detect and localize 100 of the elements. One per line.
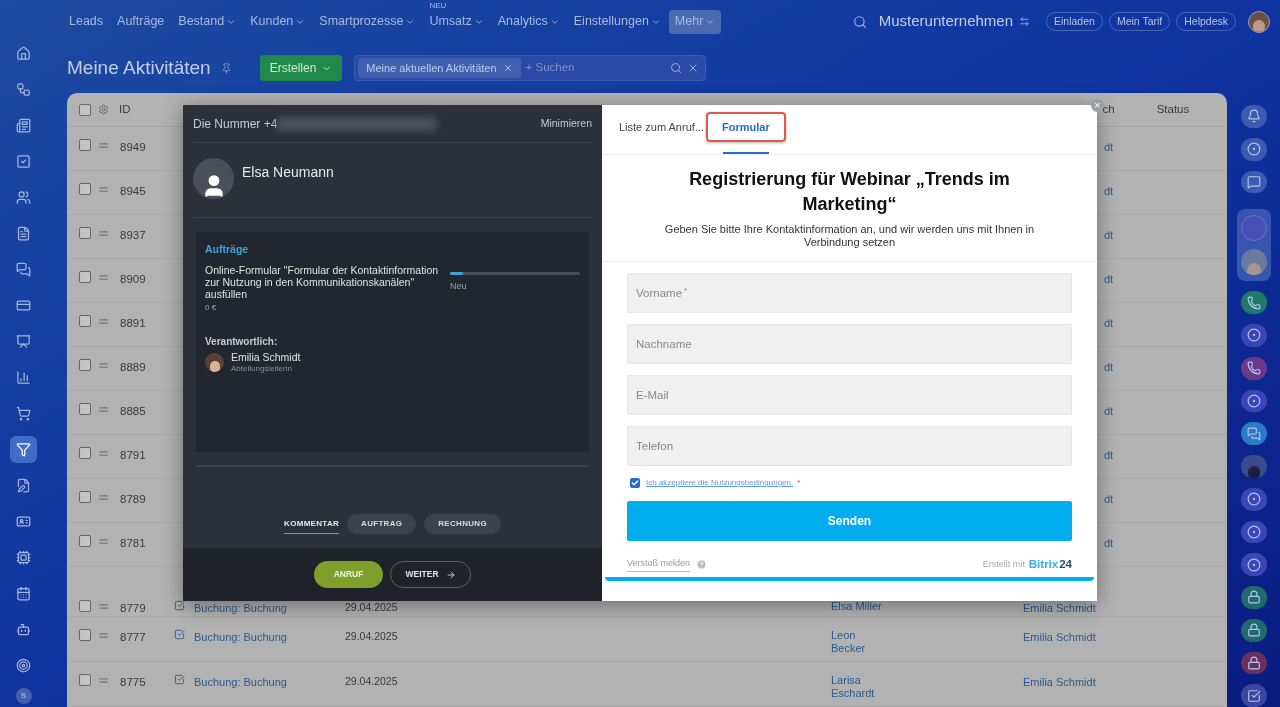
create-button[interactable]: Erstellen	[259, 55, 343, 81]
nav-item[interactable]: Bestand	[172, 9, 243, 34]
activity-link[interactable]: Buchung: Buchung	[194, 629, 345, 646]
phone-icon[interactable]	[1240, 291, 1267, 314]
avatar-icon[interactable]	[1240, 455, 1267, 478]
responsible-link[interactable]: Emilia Schmidt	[1023, 629, 1096, 646]
lock-icon[interactable]	[1240, 586, 1267, 609]
row-checkbox[interactable]	[79, 491, 91, 503]
help-icon[interactable]	[696, 559, 708, 571]
table-cell-text: 8937	[120, 228, 147, 243]
row-checkbox[interactable]	[79, 139, 91, 151]
section-title: Aufträge	[205, 242, 250, 257]
search-icon[interactable]	[670, 62, 683, 74]
nav-item[interactable]: Smartprozesse	[313, 9, 422, 34]
responsible-link[interactable]: Emilia Schmidt	[1023, 600, 1096, 617]
table-cell-text: dt	[1104, 404, 1114, 419]
row-checkbox[interactable]	[79, 535, 91, 547]
created-with-label: Erstellt mit	[982, 557, 1025, 571]
task-icon	[174, 629, 185, 640]
table-cell-text: 8945	[120, 184, 147, 199]
activity-tab[interactable]: KOMMENTAR	[284, 514, 340, 534]
row-checkbox[interactable]	[79, 600, 91, 612]
nav-item[interactable]: Kunden	[244, 9, 312, 34]
activity-tab[interactable]: RECHNUNG	[424, 514, 501, 534]
search-icon[interactable]	[852, 14, 867, 29]
remove-icon[interactable]	[502, 63, 513, 73]
nav-item[interactable]: Einstellungen	[567, 9, 667, 34]
responsible-avatar	[205, 353, 224, 373]
chat-icon[interactable]	[1240, 170, 1267, 194]
lock-icon[interactable]	[1240, 651, 1267, 675]
user-avatar[interactable]	[1248, 10, 1270, 33]
company-name[interactable]: Musterunternehmen	[878, 10, 1013, 33]
row-checkbox[interactable]	[79, 359, 91, 371]
swap-icon[interactable]	[1019, 16, 1030, 27]
contact-link[interactable]: Larisa Eschardt	[831, 674, 1023, 700]
user-avatar[interactable]: S	[15, 688, 32, 704]
nav-item[interactable]: Mehr	[668, 9, 722, 34]
input-field[interactable]: Telefon	[627, 426, 1072, 466]
table-cell-text: dt	[1104, 316, 1114, 331]
table-cell-text: dt	[1104, 228, 1114, 243]
lock-icon[interactable]	[1240, 618, 1267, 642]
table-cell-text: 8775	[120, 675, 147, 690]
row-checkbox[interactable]	[79, 103, 91, 116]
contact-link[interactable]: Elsa Miller	[831, 600, 1023, 613]
column-header[interactable]: ch	[1102, 100, 1115, 119]
task-icon	[174, 600, 185, 611]
bell-icon[interactable]	[1240, 105, 1267, 128]
table-cell-text: 29.04.2025	[345, 600, 399, 615]
submit-button[interactable]: Senden	[627, 501, 1072, 541]
table-cell-text: 8779	[120, 601, 147, 616]
stage-label: Neu	[450, 279, 468, 293]
table-cell-text: 8789	[120, 492, 147, 507]
activity-tab[interactable]: AUFTRAG	[347, 514, 417, 534]
table-cell-text: 8777	[120, 630, 147, 645]
terms-link[interactable]: Ich akzeptiere die Nutzungsbedingungen.	[646, 477, 794, 489]
input-field[interactable]: E-Mail	[627, 375, 1072, 415]
input-field[interactable]: Nachname	[627, 324, 1072, 364]
table-cell-text: dt	[1104, 184, 1114, 199]
avatar-icon[interactable]	[1240, 249, 1267, 276]
column-header[interactable]: ID	[119, 100, 131, 119]
minimize-link[interactable]: Minimieren	[540, 115, 592, 132]
chat-icon[interactable]	[1240, 422, 1267, 445]
call-button[interactable]: ANRUF	[314, 561, 383, 588]
table-cell-text: 29.04.2025	[345, 674, 399, 689]
table-cell-text: 8949	[120, 140, 147, 155]
contact-name: Elsa Neumann	[242, 163, 334, 182]
column-header[interactable]: Status	[1156, 100, 1190, 119]
pin-icon[interactable]	[220, 62, 232, 74]
task-icon	[174, 674, 185, 685]
table-cell-text: 8791	[120, 448, 147, 463]
row-checkbox[interactable]	[79, 674, 91, 686]
form-title: Registrierung für Webinar „Trends im Marketing“	[688, 168, 1011, 216]
consent-checkbox[interactable]	[630, 478, 640, 488]
filter-tag[interactable]: Meine aktuellen Aktivitäten	[358, 58, 521, 78]
filter-icon[interactable]	[10, 436, 37, 463]
page-title: Meine Aktivitäten	[67, 55, 211, 80]
nav-item[interactable]: Analytics	[491, 9, 566, 34]
nav-item[interactable]: Aufträge	[111, 9, 171, 34]
activity-link[interactable]: Buchung: Buchung	[194, 674, 345, 691]
row-checkbox[interactable]	[79, 315, 91, 327]
phone-icon[interactable]	[1240, 356, 1267, 380]
row-checkbox[interactable]	[79, 447, 91, 459]
search-field[interactable]: Meine aktuellen Aktivitäten + Suchen	[354, 55, 707, 81]
row-checkbox[interactable]	[79, 183, 91, 195]
required-mark: *	[684, 285, 688, 297]
activity-link[interactable]: Buchung: Buchung	[194, 600, 345, 617]
row-checkbox[interactable]	[79, 403, 91, 415]
responsible-link[interactable]: Emilia Schmidt	[1023, 674, 1096, 691]
task-icon[interactable]	[1240, 684, 1267, 707]
nav-item[interactable]: Leads	[63, 9, 110, 34]
arrow-right-icon	[445, 569, 456, 580]
row-checkbox[interactable]	[79, 227, 91, 239]
table-cell-text: dt	[1104, 536, 1114, 551]
contact-link[interactable]: Leon Becker	[831, 629, 1023, 655]
settings-icon[interactable]	[98, 104, 109, 115]
row-checkbox[interactable]	[79, 629, 91, 641]
table-cell-text: 8891	[120, 316, 147, 331]
panel-tab[interactable]: Liste zum Anruf...	[619, 112, 704, 154]
report-link[interactable]: Verstoß melden	[627, 557, 691, 572]
row-checkbox[interactable]	[79, 271, 91, 283]
